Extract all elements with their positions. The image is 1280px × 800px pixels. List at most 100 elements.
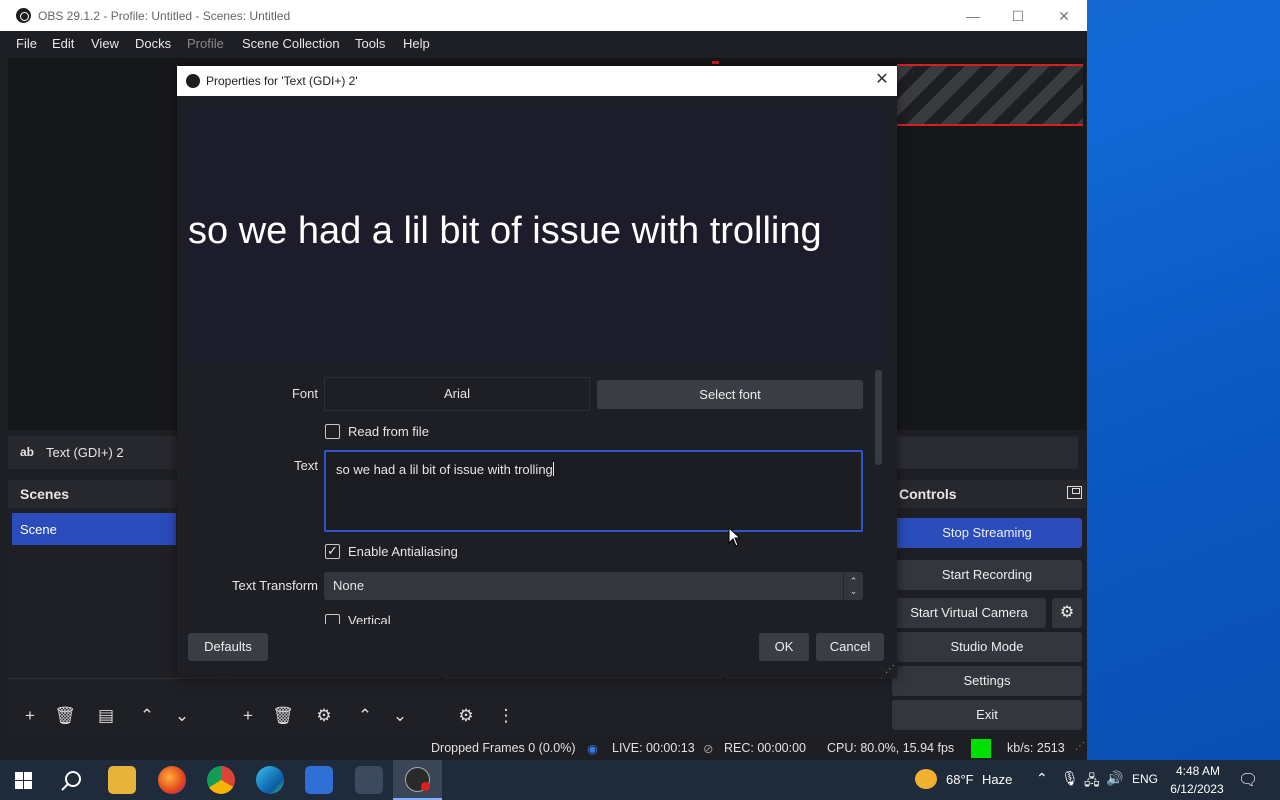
dialog-title-bar[interactable]: Properties for 'Text (GDI+) 2' ✕ — [177, 66, 897, 96]
mouse-pointer-icon — [728, 527, 741, 547]
cpu-text: CPU: 80.0%, 15.94 fps — [827, 741, 955, 755]
weather-desc[interactable]: Haze — [982, 772, 1012, 787]
scenes-toolbar: + 🗑 ▤ ⌃ ⌄ — [8, 678, 222, 736]
properties-scrollbar[interactable] — [875, 370, 882, 465]
menu-scene-collection[interactable]: Scene Collection — [242, 36, 340, 51]
undock-icon[interactable] — [1067, 486, 1082, 499]
bitrate-text: kb/s: 2513 — [1007, 741, 1065, 755]
select-font-button[interactable]: Select font — [597, 380, 863, 409]
microphone-icon[interactable]: 🎙 — [1061, 770, 1079, 787]
cancel-button[interactable]: Cancel — [816, 633, 884, 661]
menu-help[interactable]: Help — [403, 36, 430, 51]
status-bar: Dropped Frames 0 (0.0%) ◉ LIVE: 00:00:13… — [0, 738, 1087, 760]
add-scene-icon[interactable]: + — [16, 703, 44, 729]
text-source-icon: ab — [20, 445, 35, 459]
clock-time[interactable]: 4:48 AM — [1172, 764, 1224, 778]
remove-source-icon[interactable]: 🗑 — [269, 703, 297, 729]
volume-icon[interactable]: 🔊 — [1106, 770, 1123, 787]
text-input[interactable]: so we had a lil bit of issue with trolli… — [324, 450, 863, 532]
vertical-label[interactable]: Vertical — [348, 613, 391, 624]
chevron-up-icon[interactable]: ⌃ — [1036, 770, 1048, 787]
advanced-audio-icon[interactable]: ⚙ — [452, 703, 480, 729]
remove-scene-icon[interactable]: 🗑 — [51, 703, 79, 729]
add-source-icon[interactable]: + — [234, 703, 262, 729]
file-explorer-icon[interactable] — [108, 766, 136, 794]
weather-temp[interactable]: 68°F — [946, 772, 974, 787]
settings-button[interactable]: Settings — [892, 666, 1082, 696]
scenes-title: Scenes — [20, 486, 70, 502]
rec-time-text: REC: 00:00:00 — [724, 741, 806, 755]
network-icon[interactable]: 🖧 — [1084, 770, 1100, 794]
microsoft-store-icon[interactable] — [305, 766, 333, 794]
move-up-icon[interactable]: ⌃ — [133, 703, 161, 729]
window-title: OBS 29.1.2 - Profile: Untitled - Scenes:… — [38, 9, 291, 23]
preview-text: so we had a lil bit of issue with trolli… — [188, 210, 822, 252]
more-options-icon[interactable]: ⋮ — [492, 703, 520, 729]
studio-mode-button[interactable]: Studio Mode — [892, 632, 1082, 662]
language-indicator[interactable]: ENG — [1132, 772, 1158, 786]
audio-mixer-toolbar: ⚙ ⋮ — [444, 678, 722, 736]
vertical-checkbox[interactable] — [325, 614, 340, 624]
vertical-option-clip: Vertical — [322, 612, 522, 624]
menu-tools[interactable]: Tools — [355, 36, 385, 51]
firefox-icon[interactable] — [158, 766, 186, 794]
start-virtual-camera-button[interactable]: Start Virtual Camera — [892, 598, 1046, 628]
move-up-icon[interactable]: ⌃ — [351, 703, 379, 729]
controls-dock-header: Controls — [892, 480, 1086, 508]
live-time-text: LIVE: 00:00:13 — [612, 741, 695, 755]
start-recording-button[interactable]: Start Recording — [892, 560, 1082, 590]
obs-taskbar-button[interactable] — [393, 760, 442, 800]
edge-icon[interactable] — [256, 766, 284, 794]
windows-taskbar: 68°F Haze ⌃ 🎙 🖧 🔊 ENG 4:48 AM 6/12/2023 … — [0, 760, 1280, 800]
search-icon[interactable] — [61, 770, 83, 792]
app-icon[interactable] — [355, 766, 383, 794]
notifications-icon[interactable]: 🗨 — [1238, 770, 1258, 790]
chrome-icon[interactable] — [207, 766, 235, 794]
controls-title: Controls — [899, 486, 957, 502]
text-transform-value: None — [333, 578, 365, 593]
enable-antialiasing-label[interactable]: Enable Antialiasing — [348, 544, 458, 559]
text-transform-label: Text Transform — [232, 578, 318, 593]
dialog-title: Properties for 'Text (GDI+) 2' — [206, 74, 358, 88]
font-label: Font — [291, 386, 318, 401]
weather-icon[interactable] — [915, 769, 937, 789]
menu-file[interactable]: File — [16, 36, 37, 51]
obs-logo-icon — [186, 74, 200, 88]
move-down-icon[interactable]: ⌄ — [168, 703, 196, 729]
close-icon[interactable]: ✕ — [1054, 6, 1074, 26]
recording-icon: ⊘ — [703, 742, 714, 756]
clock-date[interactable]: 6/12/2023 — [1168, 782, 1226, 796]
title-bar[interactable]: OBS 29.1.2 - Profile: Untitled - Scenes:… — [0, 0, 1087, 31]
text-preview: so we had a lil bit of issue with trolli… — [188, 108, 886, 363]
exit-button[interactable]: Exit — [892, 700, 1082, 730]
windows-start-icon[interactable] — [15, 772, 32, 789]
text-input-value: so we had a lil bit of issue with trolli… — [336, 462, 553, 477]
maximize-icon[interactable]: ☐ — [1008, 6, 1028, 26]
menu-view[interactable]: View — [91, 36, 119, 51]
menu-docks[interactable]: Docks — [135, 36, 171, 51]
streaming-icon: ◉ — [587, 742, 598, 756]
selected-source-name: Text (GDI+) 2 — [46, 445, 124, 460]
source-toolbar-extra — [892, 438, 1078, 468]
stop-streaming-button[interactable]: Stop Streaming — [892, 518, 1082, 548]
menu-profile[interactable]: Profile — [187, 36, 224, 51]
stream-health-indicator — [971, 739, 991, 758]
text-transform-select[interactable]: None ⌃ ⌄ — [324, 572, 863, 600]
read-from-file-label[interactable]: Read from file — [348, 424, 429, 439]
defaults-button[interactable]: Defaults — [188, 633, 268, 661]
ok-button[interactable]: OK — [759, 633, 809, 661]
resize-grip-icon[interactable]: ⋰ — [885, 664, 895, 675]
resize-grip-icon[interactable]: ⋰ — [1075, 741, 1085, 752]
minimize-icon[interactable]: — — [963, 6, 983, 26]
source-properties-icon[interactable]: ⚙ — [310, 703, 338, 729]
scene-filters-icon[interactable]: ▤ — [92, 703, 120, 729]
selection-marker — [712, 61, 719, 64]
menu-edit[interactable]: Edit — [52, 36, 74, 51]
enable-antialiasing-checkbox[interactable] — [325, 543, 340, 559]
virtual-camera-settings-icon[interactable]: ⚙ — [1052, 598, 1082, 628]
dropped-frames-text: Dropped Frames 0 (0.0%) — [431, 741, 576, 755]
scene-list-item[interactable]: Scene — [12, 513, 176, 545]
move-down-icon[interactable]: ⌄ — [386, 703, 414, 729]
close-icon[interactable]: ✕ — [872, 70, 892, 90]
read-from-file-checkbox[interactable] — [325, 424, 340, 439]
